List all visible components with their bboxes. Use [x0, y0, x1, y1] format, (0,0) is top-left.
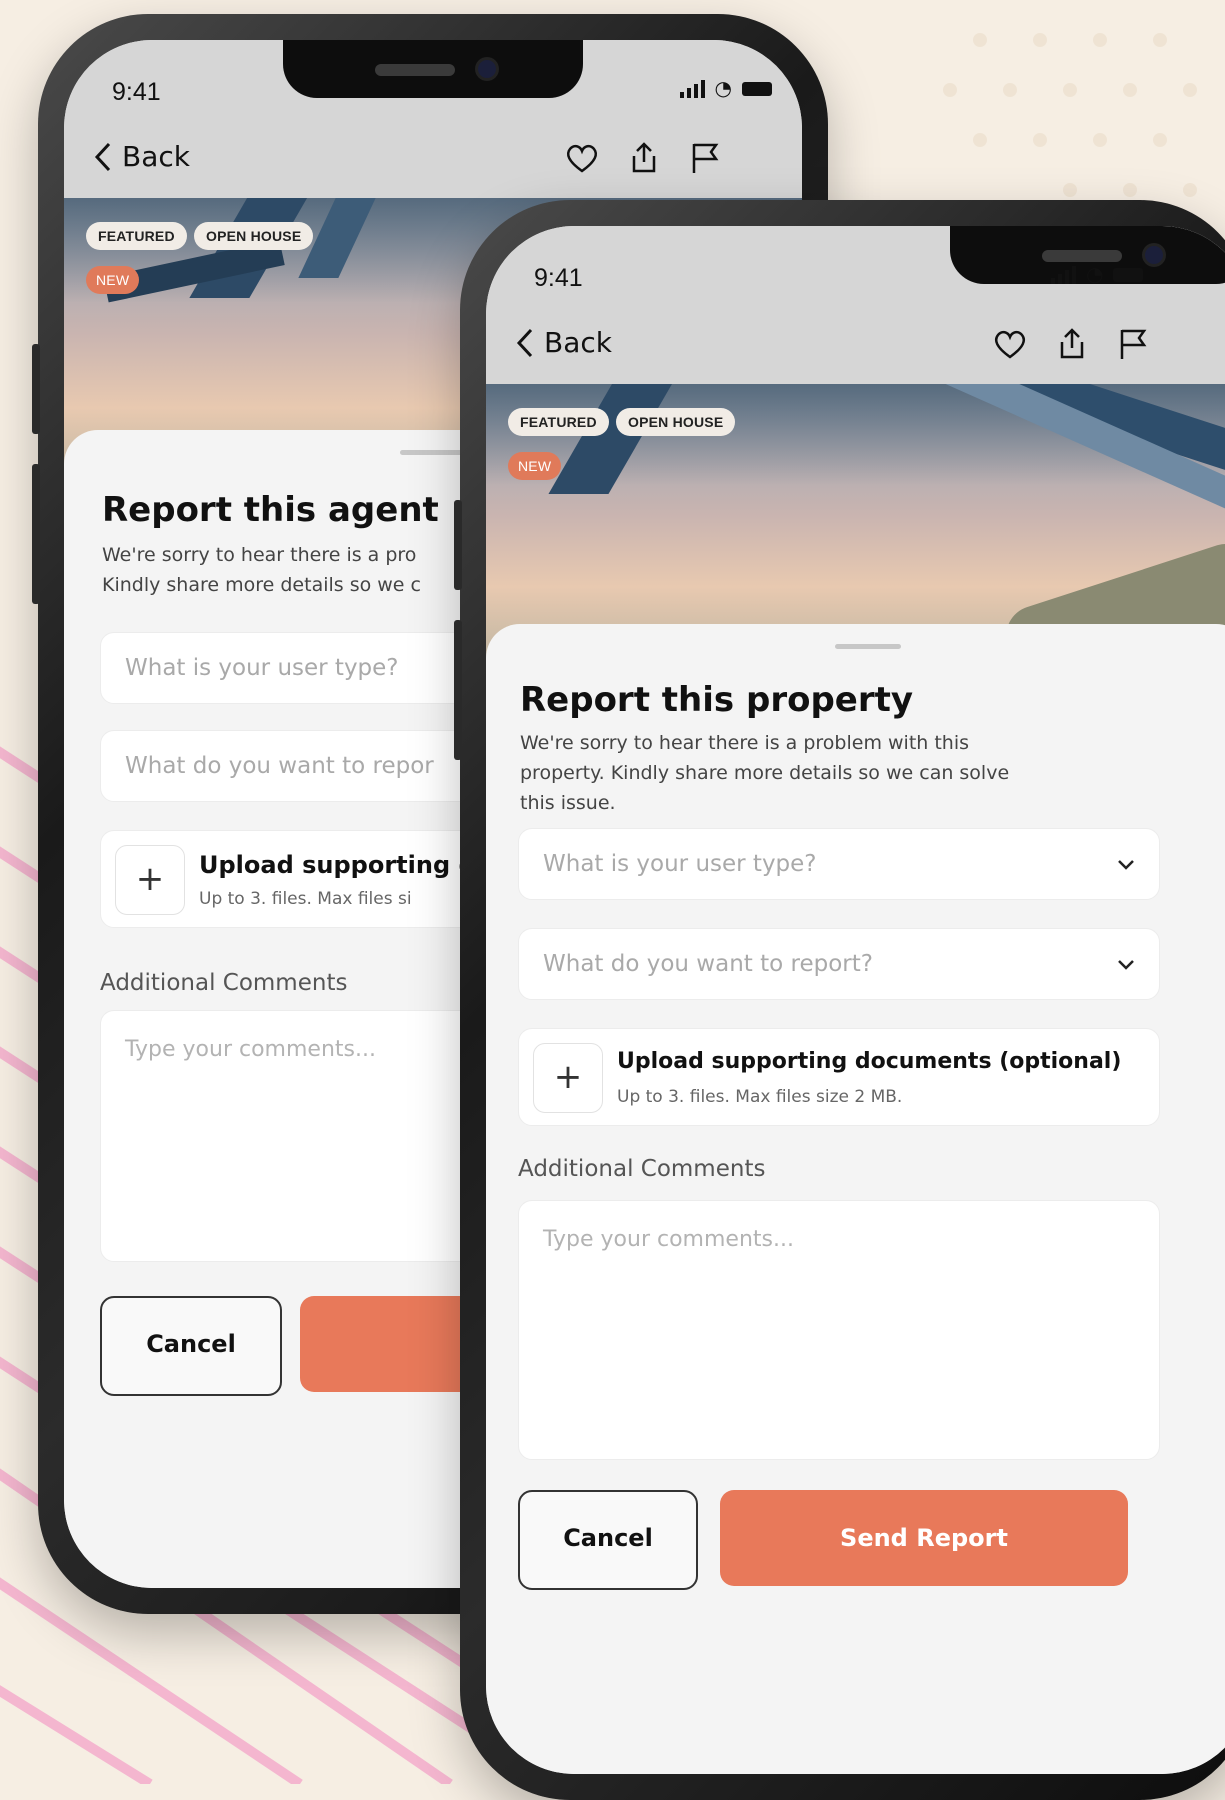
camera-icon	[1145, 246, 1163, 264]
nav-actions	[992, 326, 1152, 362]
chevron-left-icon	[94, 142, 111, 171]
featured-tag: FEATURED	[86, 222, 187, 250]
send-report-button[interactable]: Send Report	[720, 1490, 1128, 1586]
notch	[283, 40, 583, 98]
desc-line: We're sorry to hear there is a problem w…	[520, 732, 970, 754]
comments-placeholder: Type your comments...	[543, 1227, 794, 1252]
status-bar: 9:41 ◔	[64, 40, 802, 120]
battery-icon	[742, 82, 772, 96]
open-house-tag: OPEN HOUSE	[194, 222, 314, 250]
desc-line: this issue.	[520, 792, 616, 814]
report-sheet: Report this property We're sorry to hear…	[486, 624, 1225, 1774]
plus-icon[interactable]: +	[533, 1043, 603, 1113]
wifi-icon: ◔	[1086, 262, 1104, 286]
comments-placeholder: Type your comments...	[125, 1037, 376, 1062]
status-bar: 9:41 ◔	[486, 226, 1225, 306]
sheet-title: Report this property	[520, 680, 914, 720]
flag-icon[interactable]	[688, 140, 724, 176]
camera-icon	[478, 60, 496, 78]
back-button[interactable]: Back	[94, 140, 190, 173]
comments-label: Additional Comments	[100, 970, 348, 996]
status-icons: ◔	[1051, 262, 1144, 286]
user-type-select[interactable]: What is your user type?	[518, 828, 1160, 900]
cancel-button[interactable]: Cancel	[100, 1296, 282, 1396]
open-house-tag: OPEN HOUSE	[616, 408, 736, 436]
flag-icon[interactable]	[1116, 326, 1152, 362]
back-label: Back	[122, 140, 190, 173]
sheet-title: Report this agent	[102, 490, 439, 530]
desc-line: We're sorry to hear there is a pro	[102, 544, 417, 566]
share-icon[interactable]	[626, 140, 662, 176]
report-type-select[interactable]: What do you want to report?	[518, 928, 1160, 1000]
share-icon[interactable]	[1054, 326, 1090, 362]
signal-icon	[679, 80, 705, 98]
chevron-down-icon	[1118, 860, 1134, 870]
nav-actions	[564, 140, 724, 176]
upload-documents[interactable]: + Upload supporting documents (optional)…	[518, 1028, 1160, 1126]
chevron-left-icon	[516, 328, 533, 357]
report-type-placeholder: What do you want to repor	[125, 753, 434, 779]
new-tag: NEW	[86, 266, 140, 294]
new-tag: NEW	[508, 452, 562, 480]
desc-line: Kindly share more details so we c	[102, 574, 421, 596]
user-type-placeholder: What is your user type?	[125, 655, 399, 681]
status-time: 9:41	[112, 78, 161, 106]
status-icons: ◔	[679, 76, 772, 100]
side-button	[454, 620, 462, 760]
desc-line: property. Kindly share more details so w…	[520, 762, 1010, 784]
sheet-description: We're sorry to hear there is a problem w…	[520, 728, 1009, 818]
report-type-placeholder: What do you want to report?	[543, 951, 873, 977]
upload-title: Upload supporting documents (optional)	[617, 1049, 1122, 1074]
upload-title: Upload supporting d	[199, 851, 476, 879]
signal-icon	[1051, 266, 1076, 284]
heart-icon[interactable]	[992, 326, 1028, 362]
phone-front-screen: 9:41 ◔ Back FEATURED OPEN HOUSE NEW Repo…	[486, 226, 1225, 1774]
side-button	[32, 344, 40, 434]
user-type-placeholder: What is your user type?	[543, 851, 817, 877]
sheet-handle[interactable]	[835, 644, 901, 649]
nav-bar: Back	[486, 306, 1225, 384]
side-button	[32, 464, 40, 604]
back-button[interactable]: Back	[516, 326, 612, 359]
comments-label: Additional Comments	[518, 1156, 766, 1182]
nav-bar: Back	[64, 120, 802, 198]
wifi-icon: ◔	[714, 76, 732, 100]
sheet-description: We're sorry to hear there is a pro Kindl…	[102, 540, 421, 600]
plus-icon[interactable]: +	[115, 845, 185, 915]
comments-textarea[interactable]: Type your comments...	[518, 1200, 1160, 1460]
featured-tag: FEATURED	[508, 408, 609, 436]
sheet-handle[interactable]	[400, 450, 466, 455]
chevron-down-icon	[1118, 960, 1134, 970]
side-button	[454, 500, 462, 590]
upload-subtitle: Up to 3. files. Max files si	[199, 889, 412, 909]
heart-icon[interactable]	[564, 140, 600, 176]
phone-front: 9:41 ◔ Back FEATURED OPEN HOUSE NEW Repo…	[454, 200, 1225, 1800]
battery-icon	[1113, 268, 1144, 282]
cancel-button[interactable]: Cancel	[518, 1490, 698, 1590]
back-label: Back	[544, 326, 612, 359]
status-time: 9:41	[534, 264, 583, 292]
upload-subtitle: Up to 3. files. Max files size 2 MB.	[617, 1087, 903, 1107]
